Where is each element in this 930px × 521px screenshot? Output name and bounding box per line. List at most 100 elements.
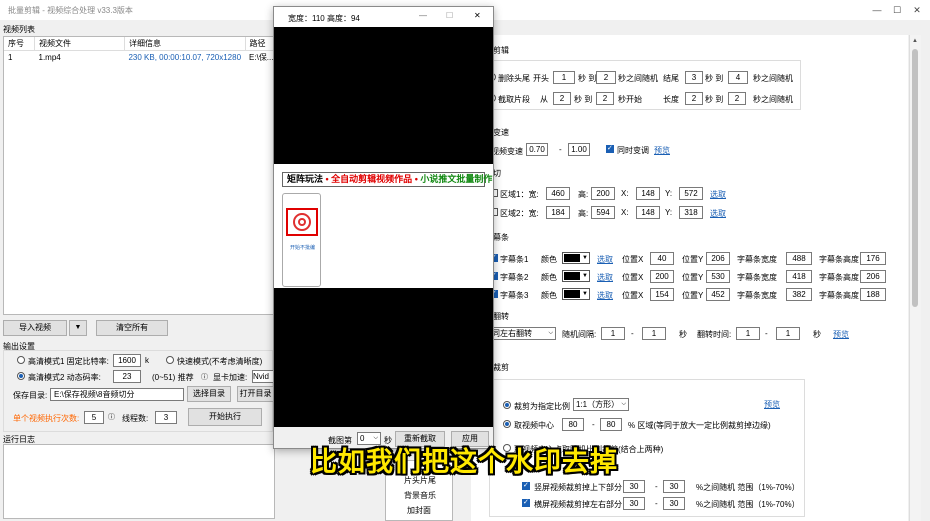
help-icon[interactable]: ⓘ <box>201 372 208 382</box>
region1-height-input[interactable]: 200 <box>591 187 615 200</box>
caption2-pick-link[interactable]: 选取 <box>597 272 613 283</box>
caption3-w-input[interactable]: 382 <box>786 288 812 301</box>
col-file[interactable]: 视频文件 <box>34 37 125 51</box>
caption2-h-input[interactable]: 206 <box>860 270 886 283</box>
caption3-x-input[interactable]: 154 <box>650 288 674 301</box>
speed-min-input[interactable]: 0.70 <box>526 143 548 156</box>
save-dir-input[interactable]: E:\保存视频\8音频切分 <box>50 388 184 401</box>
col-index[interactable]: 序号 <box>4 37 35 51</box>
minimize-icon[interactable]: — <box>419 11 427 20</box>
caption1-color-picker[interactable]: ▼ <box>562 252 590 264</box>
region2-y-input[interactable]: 318 <box>679 206 703 219</box>
clip-from-input[interactable]: 2 <box>553 92 571 105</box>
center-to-input[interactable]: 80 <box>600 418 622 431</box>
horizontal-crop-checkbox[interactable] <box>522 498 530 507</box>
col-info[interactable]: 详细信息 <box>124 37 246 51</box>
open-dir-button[interactable]: 打开目录 <box>237 386 273 402</box>
fast-mode-radio[interactable] <box>166 356 174 364</box>
caption3-color-picker[interactable]: ▼ <box>562 288 590 300</box>
vert-from-input[interactable]: 30 <box>623 480 645 493</box>
close-icon[interactable]: ✕ <box>910 3 924 17</box>
table-row[interactable]: 1 1.mp4 230 KB, 00:00:10.07, 720x1280 E:… <box>4 51 278 65</box>
speed-max-input[interactable]: 1.00 <box>568 143 590 156</box>
gpu-select[interactable]: Nvid <box>252 370 273 383</box>
caption1-color-label: 颜色 <box>541 255 557 264</box>
sync-pitch-checkbox[interactable] <box>606 144 614 153</box>
hd-mode1-radio[interactable] <box>17 356 25 364</box>
side-menu-item-bgm[interactable]: 背景音乐 <box>404 490 436 501</box>
region1-y-input[interactable]: 572 <box>679 187 703 200</box>
horiz-to-input[interactable]: 30 <box>663 497 685 510</box>
log-area[interactable] <box>3 444 275 519</box>
caption3-h-input[interactable]: 188 <box>860 288 886 301</box>
flip-select[interactable]: 同左右翻转 ⌵ <box>489 327 556 340</box>
import-dropdown-button[interactable]: ▼ <box>69 320 87 336</box>
caption2-x-input[interactable]: 200 <box>650 270 674 283</box>
flip-int-to-input[interactable]: 1 <box>642 327 666 340</box>
caption1-pick-link[interactable]: 选取 <box>597 254 613 265</box>
region2-x-input[interactable]: 148 <box>636 206 660 219</box>
vertical-crop-checkbox[interactable] <box>522 481 530 490</box>
region1-width-input[interactable]: 460 <box>546 187 570 200</box>
len-from-input[interactable]: 2 <box>685 92 703 105</box>
vert-to-input[interactable]: 30 <box>663 480 685 493</box>
flip-preview-link[interactable]: 预览 <box>833 329 849 340</box>
caption3-y-label: 位置Y <box>682 291 704 300</box>
horiz-from-input[interactable]: 30 <box>623 497 645 510</box>
flip-time-to-input[interactable]: 1 <box>776 327 800 340</box>
maximize-icon[interactable]: ☐ <box>890 3 904 17</box>
clear-all-button[interactable]: 清空所有 <box>96 320 168 336</box>
scroll-thumb[interactable] <box>912 49 918 307</box>
side-menu-item-cover[interactable]: 加封面 <box>407 505 431 516</box>
caption1-w-input[interactable]: 488 <box>786 252 812 265</box>
choose-dir-button[interactable]: 选择目录 <box>187 386 231 402</box>
video-frame[interactable]: 矩阵玩法 • 全自动剪辑视频作品 • 小说推文批量制作 开始不批编 <box>274 164 493 288</box>
region2-pick-link[interactable]: 选取 <box>710 208 726 219</box>
speed-preview-link[interactable]: 预览 <box>654 145 670 156</box>
caption1-y-input[interactable]: 206 <box>706 252 730 265</box>
tail-from-input[interactable]: 3 <box>685 71 703 84</box>
ratio-radio[interactable] <box>503 401 511 409</box>
head-from-input[interactable]: 1 <box>553 71 575 84</box>
close-icon[interactable]: ✕ <box>474 11 481 20</box>
scrollbar[interactable]: ▲ <box>909 35 921 521</box>
tail-to-input[interactable]: 4 <box>728 71 748 84</box>
bitrate-unit: k <box>145 356 149 365</box>
exec-times-input[interactable]: 5 <box>84 411 104 424</box>
flip-sec2: 秒 <box>813 330 821 339</box>
flip-int-from-input[interactable]: 1 <box>601 327 625 340</box>
length-label: 长度 <box>663 95 679 104</box>
center-radio[interactable] <box>503 420 511 428</box>
threads-input[interactable]: 3 <box>155 411 177 424</box>
center-from-input[interactable]: 80 <box>562 418 584 431</box>
maximize-icon[interactable]: ☐ <box>446 11 453 20</box>
start-button[interactable]: 开始执行 <box>188 408 262 426</box>
region2-width-input[interactable]: 184 <box>546 206 570 219</box>
caption3-pick-link[interactable]: 选取 <box>597 290 613 301</box>
head-to-input[interactable]: 2 <box>596 71 616 84</box>
bitrate-input[interactable]: 1600 <box>113 354 141 367</box>
help-icon-2[interactable]: ⓘ <box>108 412 115 422</box>
import-video-button[interactable]: 导入视频 <box>3 320 67 336</box>
region2-height-input[interactable]: 594 <box>591 206 615 219</box>
caption2-y-input[interactable]: 530 <box>706 270 730 283</box>
caption2-color-picker[interactable]: ▼ <box>562 270 590 282</box>
scroll-up-icon[interactable]: ▲ <box>912 38 918 44</box>
caption2-w-input[interactable]: 418 <box>786 270 812 283</box>
region1-x-input[interactable]: 148 <box>636 187 660 200</box>
flip-time-from-input[interactable]: 1 <box>736 327 760 340</box>
video-banner: 矩阵玩法 • 全自动剪辑视频作品 • 小说推文批量制作 <box>282 172 492 187</box>
caption3-y-input[interactable]: 452 <box>706 288 730 301</box>
region1-pick-link[interactable]: 选取 <box>710 189 726 200</box>
to-label-3: 秒 到 <box>574 95 593 104</box>
clip-start-label: 秒开始 <box>618 95 642 104</box>
ratio-select[interactable]: 1:1（方形） ⌵ <box>573 398 629 411</box>
minimize-icon[interactable]: — <box>870 3 884 17</box>
len-to-input[interactable]: 2 <box>728 92 746 105</box>
resize-preview-link[interactable]: 预览 <box>764 399 780 410</box>
caption1-x-input[interactable]: 40 <box>650 252 674 265</box>
caption1-h-input[interactable]: 176 <box>860 252 886 265</box>
clip-to-input[interactable]: 2 <box>596 92 614 105</box>
crf-input[interactable]: 23 <box>113 370 141 383</box>
hd-mode2-radio[interactable] <box>17 372 25 380</box>
